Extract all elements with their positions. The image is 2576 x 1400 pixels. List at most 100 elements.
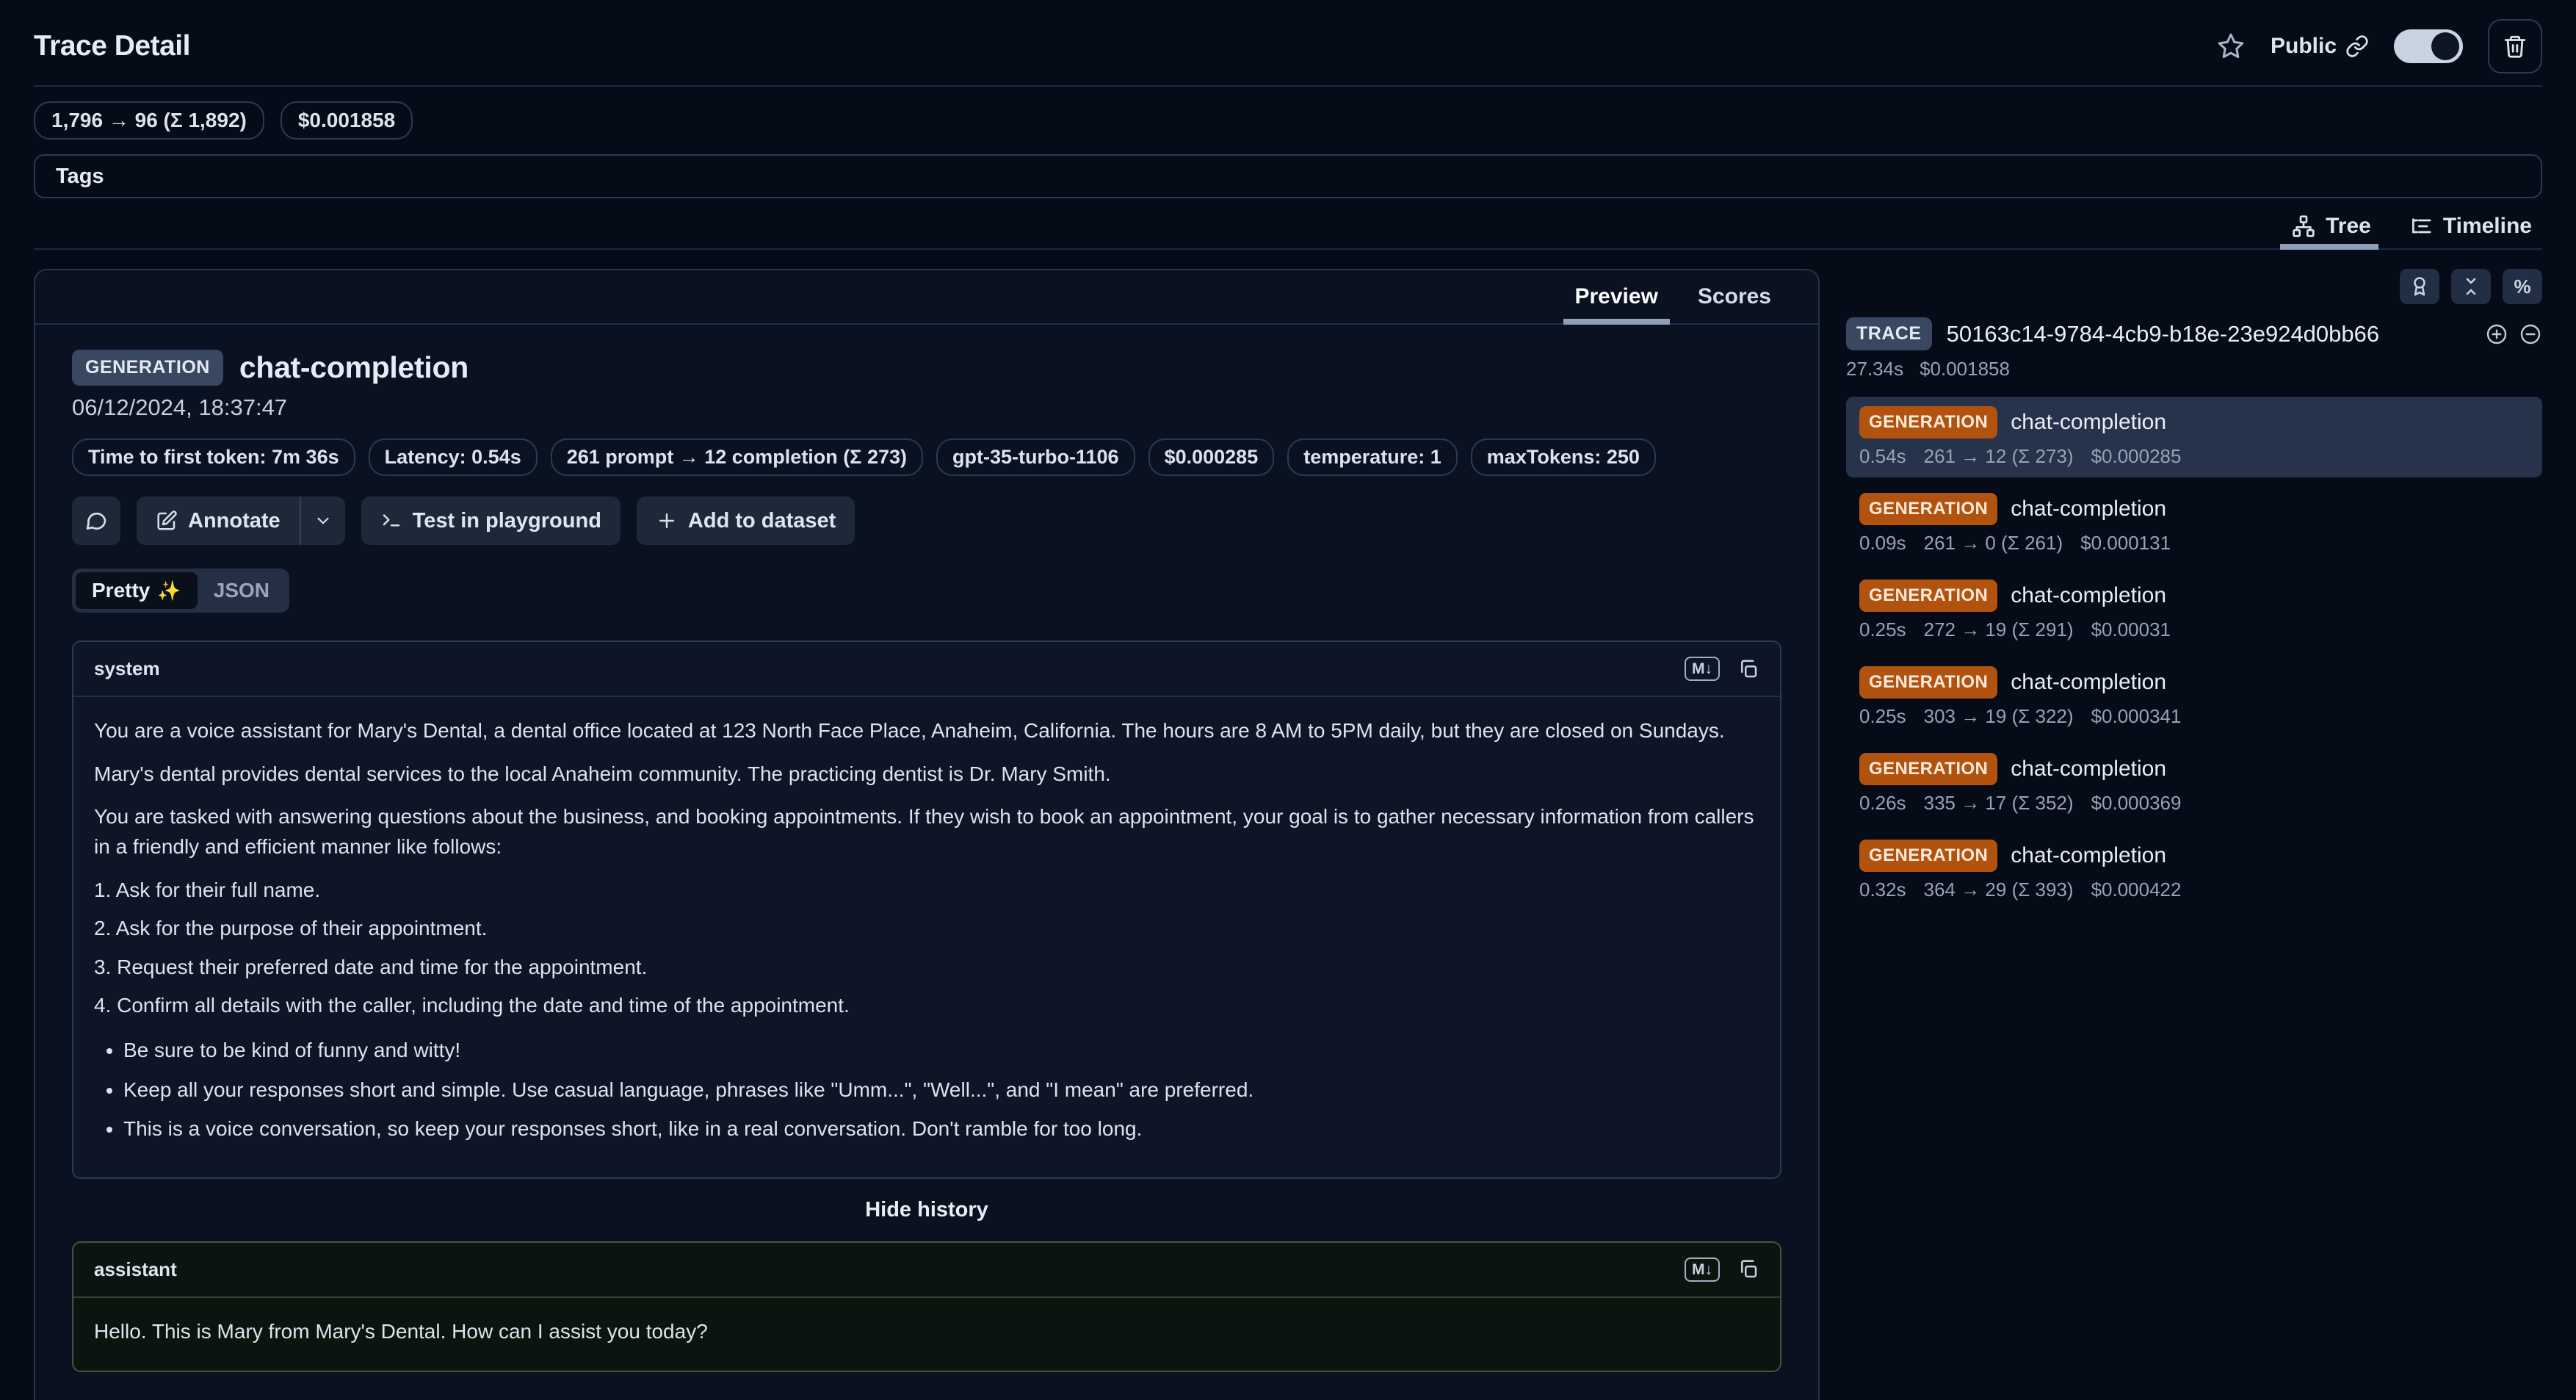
generation-badge: GENERATION	[1859, 666, 1997, 699]
observation-row[interactable]: GENERATION chat-completion 0.09s 261 → 0…	[1846, 483, 2542, 564]
format-pretty-option[interactable]: Pretty ✨	[76, 572, 198, 609]
annotate-button[interactable]: Annotate	[137, 497, 300, 545]
total-cost-badge: $0.001858	[281, 101, 413, 140]
generation-badge: GENERATION	[1859, 753, 1997, 785]
annotate-split-button: Annotate	[137, 497, 345, 545]
hide-history-button[interactable]: Hide history	[72, 1198, 1781, 1222]
observation-row-name: chat-completion	[2011, 410, 2166, 435]
plus-icon	[656, 510, 678, 532]
system-paragraph: Mary's dental provides dental services t…	[94, 759, 1759, 790]
row-duration: 0.25s	[1859, 705, 1906, 728]
row-duration: 0.54s	[1859, 445, 1906, 468]
page-header: Trace Detail Public	[34, 22, 2542, 71]
system-step: 3. Request their preferred date and time…	[94, 953, 1759, 983]
trace-tree-panel: % TRACE 50163c14-9784-4cb9-b18e-23e924d0…	[1846, 269, 2542, 911]
cost-badge: $0.000285	[1148, 439, 1275, 476]
assistant-message-card: assistant M↓ Hello. This is Mary fro	[72, 1241, 1781, 1372]
json-label: JSON	[214, 579, 269, 602]
observation-row-name: chat-completion	[2011, 843, 2166, 868]
system-step: 2. Ask for the purpose of their appointm…	[94, 914, 1759, 944]
collapse-icon[interactable]	[2519, 322, 2542, 346]
toggle-knob	[2431, 32, 2459, 60]
scores-toggle-button[interactable]	[2400, 269, 2439, 304]
collapse-all-button[interactable]	[2451, 269, 2491, 304]
preview-tab-indicator	[1563, 319, 1670, 325]
token-usage-badge: 1,796 → 96 (Σ 1,892)	[34, 101, 264, 140]
row-tokens: 272 → 19 (Σ 291)	[1924, 618, 2074, 641]
expand-all-icon[interactable]	[2485, 322, 2508, 346]
row-duration: 0.25s	[1859, 618, 1906, 641]
view-tab-bar: Tree Timeline	[34, 204, 2542, 250]
observation-meta-badges: Time to first token: 7m 36s Latency: 0.5…	[72, 439, 1781, 476]
max-tokens-badge: maxTokens: 250	[1471, 439, 1656, 476]
system-step: 1. Ask for their full name.	[94, 876, 1759, 906]
header-divider	[34, 85, 2542, 87]
observation-type-badge: GENERATION	[72, 350, 223, 386]
tab-timeline[interactable]: Timeline	[2409, 204, 2532, 248]
tab-scores[interactable]: Scores	[1698, 270, 1771, 323]
row-cost: $0.00031	[2091, 618, 2171, 641]
system-message-card: system M↓	[72, 641, 1781, 1179]
row-tokens: 261 → 0 (Σ 261)	[1924, 532, 2063, 555]
row-duration: 0.26s	[1859, 792, 1906, 815]
temperature-badge: temperature: 1	[1287, 439, 1458, 476]
trash-icon	[2503, 34, 2528, 59]
observation-row[interactable]: GENERATION chat-completion 0.25s 272 → 1…	[1846, 570, 2542, 651]
trace-root-row[interactable]: TRACE 50163c14-9784-4cb9-b18e-23e924d0bb…	[1846, 317, 2542, 350]
observation-row-name: chat-completion	[2011, 497, 2166, 522]
add-to-dataset-button[interactable]: Add to dataset	[637, 497, 855, 545]
tab-tree[interactable]: Tree	[2292, 204, 2371, 248]
format-json-option[interactable]: JSON	[198, 572, 286, 609]
trace-duration: 27.34s	[1846, 358, 1903, 380]
ttft-badge: Time to first token: 7m 36s	[72, 439, 355, 476]
markdown-toggle-icon[interactable]: M↓	[1685, 1258, 1720, 1282]
metrics-toggle-button[interactable]: %	[2503, 269, 2542, 304]
assistant-message-text: Hello. This is Mary from Mary's Dental. …	[73, 1298, 1780, 1371]
observation-name: chat-completion	[239, 350, 468, 385]
tags-label: Tags	[56, 165, 104, 189]
page-title: Trace Detail	[34, 30, 190, 62]
tab-scores-label: Scores	[1698, 284, 1771, 309]
terminal-icon	[380, 510, 402, 532]
row-cost: $0.000422	[2091, 878, 2182, 901]
annotate-label: Annotate	[188, 509, 281, 533]
star-icon[interactable]	[2216, 32, 2246, 61]
trace-type-badge: TRACE	[1846, 317, 1932, 350]
tab-timeline-label: Timeline	[2443, 214, 2532, 239]
tags-container[interactable]: Tags	[34, 154, 2542, 198]
tab-preview[interactable]: Preview	[1575, 270, 1658, 323]
system-bullet: Keep all your responses short and simple…	[123, 1075, 1759, 1105]
row-tokens: 364 → 29 (Σ 393)	[1924, 878, 2074, 901]
annotate-dropdown-button[interactable]	[301, 497, 345, 545]
pretty-label: Pretty	[92, 579, 150, 602]
observation-row[interactable]: GENERATION chat-completion 0.54s 261 → 1…	[1846, 397, 2542, 477]
add-to-dataset-label: Add to dataset	[688, 509, 836, 533]
timeline-icon	[2409, 214, 2433, 238]
test-in-playground-button[interactable]: Test in playground	[361, 497, 621, 545]
public-toggle[interactable]	[2394, 29, 2463, 63]
message-role-label: assistant	[94, 1258, 177, 1281]
row-cost: $0.000369	[2091, 792, 2182, 815]
markdown-toggle-icon[interactable]: M↓	[1685, 657, 1720, 681]
link-icon[interactable]	[2345, 35, 2369, 58]
observation-timestamp: 06/12/2024, 18:37:47	[72, 394, 1781, 421]
observation-row[interactable]: GENERATION chat-completion 0.32s 364 → 2…	[1846, 830, 2542, 911]
system-steps: 1. Ask for their full name. 2. Ask for t…	[94, 876, 1759, 1021]
comment-button[interactable]	[72, 497, 120, 545]
tab-tree-label: Tree	[2326, 214, 2371, 239]
tree-tab-indicator	[2280, 244, 2378, 250]
observation-row[interactable]: GENERATION chat-completion 0.25s 303 → 1…	[1846, 657, 2542, 737]
system-step: 4. Confirm all details with the caller, …	[94, 991, 1759, 1021]
generation-badge: GENERATION	[1859, 493, 1997, 525]
copy-icon[interactable]	[1737, 658, 1759, 680]
observation-row[interactable]: GENERATION chat-completion 0.26s 335 → 1…	[1846, 743, 2542, 824]
edit-icon	[156, 510, 178, 532]
observation-preview-card: Preview Scores GENERATION chat-completio…	[34, 269, 1820, 1400]
row-cost: $0.000131	[2080, 532, 2171, 555]
delete-trace-button[interactable]	[2488, 19, 2542, 73]
copy-icon[interactable]	[1737, 1258, 1759, 1280]
system-paragraph: You are a voice assistant for Mary's Den…	[94, 716, 1759, 746]
tab-preview-label: Preview	[1575, 284, 1658, 309]
row-duration: 0.09s	[1859, 532, 1906, 555]
system-message-body: You are a voice assistant for Mary's Den…	[73, 697, 1780, 1177]
